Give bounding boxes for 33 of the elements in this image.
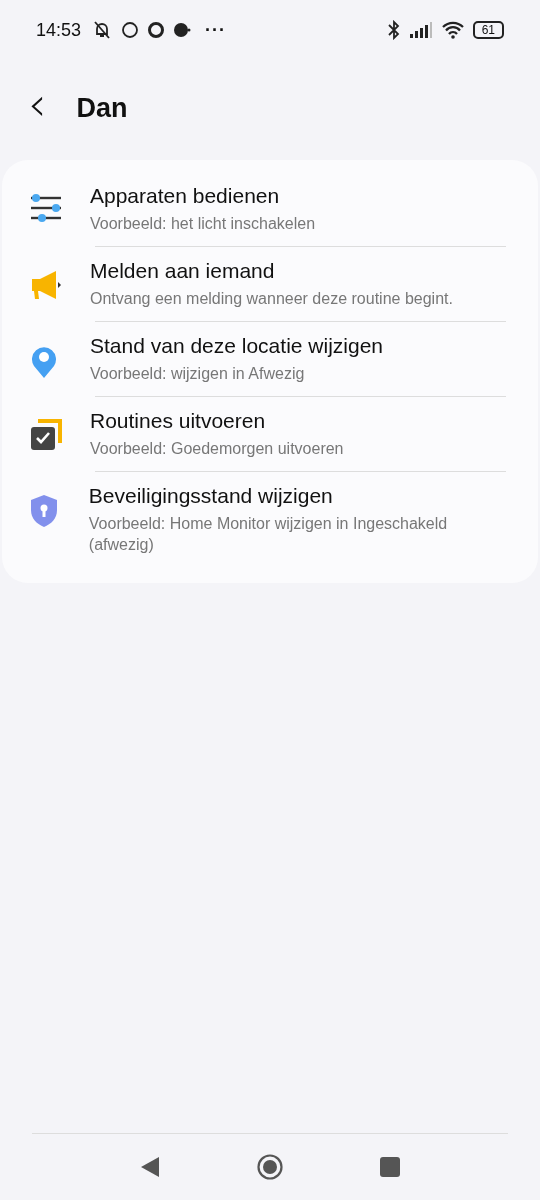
page-title: Dan xyxy=(76,92,128,124)
item-description: Voorbeeld: het licht inschakelen xyxy=(90,214,316,234)
action-item[interactable]: Stand van deze locatie wijzigen Voorbeeld: wijzigen in Afwezig xyxy=(2,322,538,396)
status-time: 14:53 xyxy=(36,19,82,41)
checkbox-stack-icon xyxy=(30,419,62,451)
app-badge-icon xyxy=(173,21,192,39)
home-nav-icon[interactable] xyxy=(257,1154,283,1180)
item-title: Routines uitvoeren xyxy=(90,409,267,433)
back-nav-icon[interactable] xyxy=(140,1156,160,1178)
item-title: Stand van deze locatie wijzigen xyxy=(90,334,383,358)
item-description: Voorbeeld: Home Monitor wijzigen in Ingeschakeld (afwezig) xyxy=(88,514,449,555)
wifi-icon xyxy=(440,21,465,39)
circle-icon xyxy=(121,21,140,39)
action-item[interactable]: Routines uitvoeren Voorbeeld: Goedemorgen uitvoeren xyxy=(2,397,538,471)
more-dots: ··· xyxy=(205,19,227,41)
item-title: Melden aan iemand xyxy=(90,259,276,283)
sliders-icon xyxy=(30,194,62,222)
item-title: Apparaten bedienen xyxy=(90,184,281,208)
battery-indicator: 61 xyxy=(472,21,504,39)
item-title: Beveiligingsstand wijzigen xyxy=(88,484,334,508)
back-button[interactable]: ‹ xyxy=(24,84,51,132)
action-item[interactable]: Beveiligingsstand wijzigen Voorbeeld: Home Monitor wijzigen in Ingeschakeld (afwezig) xyxy=(2,472,538,567)
action-item[interactable]: Apparaten bedienen Voorbeeld: het licht inschakelen xyxy=(2,172,538,246)
signal-icon xyxy=(408,21,433,39)
ring-icon xyxy=(147,21,166,39)
shield-lock-icon xyxy=(30,494,58,528)
location-pin-icon xyxy=(30,344,58,378)
bluetooth-icon xyxy=(386,20,401,40)
item-description: Voorbeeld: Goedemorgen uitvoeren xyxy=(90,439,344,459)
action-item[interactable]: Melden aan iemand Ontvang een melding wanneer deze routine begint. xyxy=(2,247,538,321)
item-description: Ontvang een melding wanneer deze routine begint. xyxy=(90,289,453,309)
item-description: Voorbeeld: wijzigen in Afwezig xyxy=(90,364,306,384)
megaphone-icon xyxy=(30,269,62,301)
